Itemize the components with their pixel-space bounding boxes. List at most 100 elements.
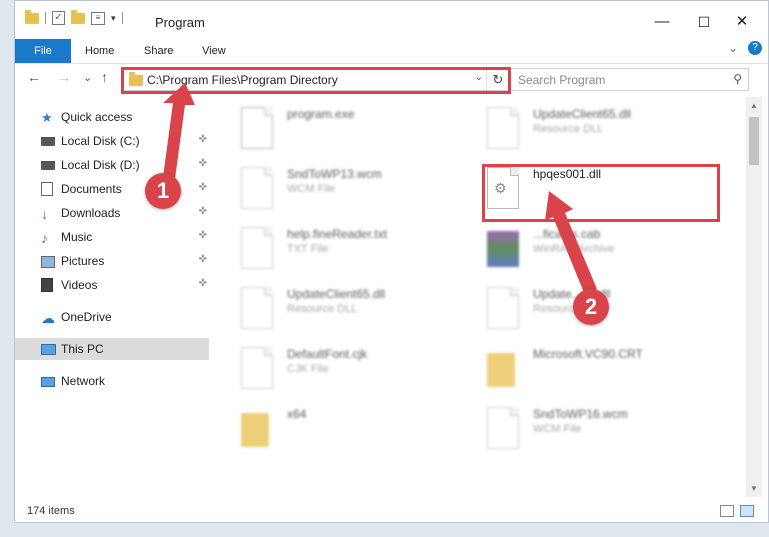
help-icon[interactable]: ? (748, 41, 762, 55)
ribbon-tabs: File Home Share View ⌄ ? (15, 39, 768, 64)
customize-icon[interactable]: ≡ (91, 11, 105, 25)
file-name: program.exe (287, 107, 355, 121)
dll-icon (487, 107, 521, 151)
sidebar-item-this-pc[interactable]: This PC (15, 338, 209, 360)
pin-icon[interactable]: ✜ (199, 278, 207, 289)
window-title: Program (155, 15, 205, 30)
details-view-icon[interactable] (720, 505, 734, 517)
tab-view[interactable]: View (202, 39, 226, 63)
star-icon: ★ (41, 110, 53, 125)
pin-icon[interactable]: ✜ (199, 254, 207, 265)
dll-icon (487, 287, 521, 331)
back-button[interactable]: ← (27, 69, 41, 85)
item-count: 174 items (27, 505, 75, 517)
file-type: Resource DLL (287, 303, 358, 315)
pin-icon[interactable]: ✜ (199, 206, 207, 217)
drive-icon (41, 137, 55, 146)
sidebar-item-quick-access[interactable]: ★ Quick access (15, 106, 209, 128)
file-name: UpdateClient65.dll (533, 107, 632, 121)
sidebar-item-videos[interactable]: Videos ✜ (15, 274, 209, 296)
file-name: help.fineReader.txt (287, 227, 388, 241)
callout-2: 2 (573, 289, 609, 325)
callout-1: 1 (145, 173, 181, 209)
sidebar-item-downloads[interactable]: ↓ Downloads ✜ (15, 202, 209, 224)
download-icon: ↓ (41, 206, 48, 222)
documents-icon (41, 182, 53, 196)
drive-icon (41, 161, 55, 170)
maximize-button[interactable]: ☐ (684, 7, 724, 37)
pin-icon[interactable]: ✜ (199, 230, 207, 241)
file-item[interactable]: UpdateClient65.dll Resource DLL (241, 285, 481, 341)
search-input[interactable]: Search Program ⚲ (509, 68, 749, 91)
network-icon (41, 377, 55, 387)
tab-file[interactable]: File (15, 39, 71, 63)
file-type: CJK File (287, 363, 329, 375)
file-item[interactable]: Microsoft.VC90.CRT (487, 345, 727, 401)
videos-icon (41, 278, 53, 292)
file-name: x64 (287, 407, 307, 421)
address-highlight-box (121, 67, 511, 94)
up-button[interactable]: ↑ (101, 69, 108, 85)
folder-icon (241, 407, 275, 451)
new-folder-icon[interactable] (71, 9, 85, 24)
sidebar-item-label: Local Disk (D:) (61, 158, 140, 172)
file-item[interactable]: x64 (241, 405, 481, 461)
search-icon[interactable]: ⚲ (733, 72, 742, 86)
exe-icon (241, 107, 275, 151)
ribbon-expand-icon[interactable]: ⌄ (728, 41, 738, 55)
tab-home[interactable]: Home (85, 39, 114, 63)
file-type: Resource DLL (533, 123, 604, 135)
file-type: WinRAR Archive (533, 243, 615, 255)
minimize-button[interactable]: — (642, 7, 682, 37)
file-type: WCM File (287, 183, 336, 195)
sidebar-item-music[interactable]: ♪ Music ✜ (15, 226, 209, 248)
large-icons-view-icon[interactable] (740, 505, 754, 517)
status-bar: 174 items (15, 499, 768, 522)
archive-icon (487, 227, 521, 271)
file-name: DefaultFont.cjk (287, 347, 368, 361)
scroll-down-icon[interactable]: ▼ (750, 484, 758, 493)
sidebar-item-local-disk-c[interactable]: Local Disk (C:) ✜ (15, 130, 209, 152)
pin-icon[interactable]: ✜ (199, 134, 207, 145)
sidebar-item-local-disk-d[interactable]: Local Disk (D:) ✜ (15, 154, 209, 176)
file-list: program.exe UpdateClient65.dll Resource … (211, 97, 746, 497)
file-item[interactable]: DefaultFont.cjk CJK File (241, 345, 481, 401)
file-item[interactable]: help.fineReader.txt TXT File (241, 225, 481, 281)
sidebar-item-label: Documents (61, 182, 122, 196)
sidebar-item-label: Network (61, 374, 106, 388)
pin-icon[interactable]: ✜ (199, 158, 207, 169)
navigation-pane: ★ Quick access Local Disk (C:) ✜ Local D… (15, 97, 211, 497)
file-item[interactable]: UpdateClient65.dll Resource DLL (487, 105, 727, 161)
cloud-icon: ☁ (41, 310, 55, 326)
sidebar-item-label: Local Disk (C:) (61, 134, 140, 148)
file-item[interactable]: SndToWP16.wcm WCM File (487, 405, 727, 461)
file-item[interactable]: ...ficates.cab WinRAR Archive (487, 225, 727, 281)
tab-share[interactable]: Share (144, 39, 173, 63)
close-button[interactable]: ✕ (722, 7, 762, 37)
vertical-scrollbar[interactable]: ▲ ▼ (746, 97, 762, 497)
folder-icon (25, 9, 39, 24)
music-icon: ♪ (41, 230, 48, 246)
qat-dropdown-icon[interactable]: ▾ (111, 13, 116, 24)
sidebar-item-label: OneDrive (61, 310, 112, 324)
text-file-icon (241, 227, 275, 271)
sidebar-item-network[interactable]: Network (15, 370, 209, 392)
file-name: Microsoft.VC90.CRT (533, 347, 643, 361)
sidebar-item-label: Quick access (61, 110, 133, 124)
sidebar-item-label: Downloads (61, 206, 121, 220)
file-type: WCM File (533, 423, 582, 435)
recent-locations-button[interactable]: ⌄ (83, 71, 92, 84)
file-item[interactable]: SndToWP13.wcm WCM File (241, 165, 481, 221)
scroll-up-icon[interactable]: ▲ (750, 101, 758, 110)
computer-icon (41, 344, 56, 355)
file-item[interactable]: program.exe (241, 105, 481, 161)
forward-button[interactable]: → (57, 69, 71, 85)
sidebar-item-onedrive[interactable]: ☁ OneDrive (15, 306, 209, 328)
pin-icon[interactable]: ✜ (199, 182, 207, 193)
properties-check-icon[interactable]: ✓ (52, 11, 65, 25)
pictures-icon (41, 256, 55, 268)
sidebar-item-label: Music (61, 230, 93, 244)
document-icon (241, 347, 275, 391)
scrollbar-thumb[interactable] (749, 117, 759, 165)
sidebar-item-pictures[interactable]: Pictures ✜ (15, 250, 209, 272)
